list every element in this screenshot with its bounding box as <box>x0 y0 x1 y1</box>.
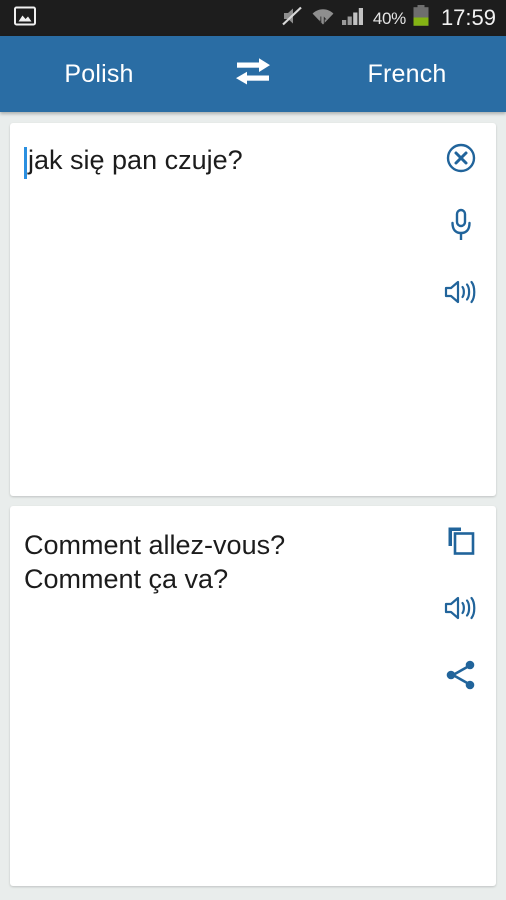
phone-screen: 40% 17:59 Polish French jak się pan czuj… <box>0 0 506 900</box>
source-text-value: jak się pan czuje? <box>28 145 243 175</box>
source-language-button[interactable]: Polish <box>0 60 198 89</box>
speak-source-button[interactable] <box>444 277 478 311</box>
swap-arrows-icon <box>231 55 275 94</box>
share-button[interactable] <box>444 660 478 694</box>
copy-button[interactable] <box>444 526 478 560</box>
mute-icon <box>281 5 305 32</box>
copy-icon <box>445 525 477 562</box>
status-bar-left <box>14 5 281 32</box>
clock-label: 17:59 <box>440 5 496 30</box>
translation-card: Comment allez-vous? Comment ça va? <box>10 506 496 886</box>
battery-icon <box>412 4 430 33</box>
content-area: jak się pan czuje? Comment allez-vous? C… <box>0 112 506 900</box>
translation-text-value: Comment allez-vous? Comment ça va? <box>24 530 286 595</box>
signal-icon <box>341 5 367 32</box>
app-bar: Polish French <box>0 36 506 112</box>
microphone-icon <box>446 208 476 247</box>
battery-percent-label: 40% <box>372 8 406 28</box>
source-card-actions <box>426 123 496 496</box>
photo-icon <box>14 5 36 32</box>
translation-text-area[interactable]: Comment allez-vous? Comment ça va? <box>10 506 426 886</box>
voice-input-button[interactable] <box>444 208 478 247</box>
clear-circle-icon <box>445 142 477 179</box>
status-bar: 40% 17:59 <box>0 0 506 36</box>
source-text-wrap: jak się pan czuje? <box>24 145 416 179</box>
speak-translation-button[interactable] <box>444 593 478 627</box>
share-icon <box>445 659 477 696</box>
target-language-button[interactable]: French <box>308 60 506 89</box>
status-bar-right: 40% 17:59 <box>281 4 498 33</box>
wifi-icon <box>311 5 335 32</box>
source-text-card: jak się pan czuje? <box>10 123 496 496</box>
clear-button[interactable] <box>444 143 478 177</box>
text-cursor <box>24 147 27 179</box>
translation-card-actions <box>426 506 496 886</box>
swap-languages-button[interactable] <box>198 55 308 94</box>
source-text-field[interactable]: jak się pan czuje? <box>10 123 426 496</box>
speaker-icon <box>444 593 478 628</box>
speaker-icon <box>444 277 478 312</box>
